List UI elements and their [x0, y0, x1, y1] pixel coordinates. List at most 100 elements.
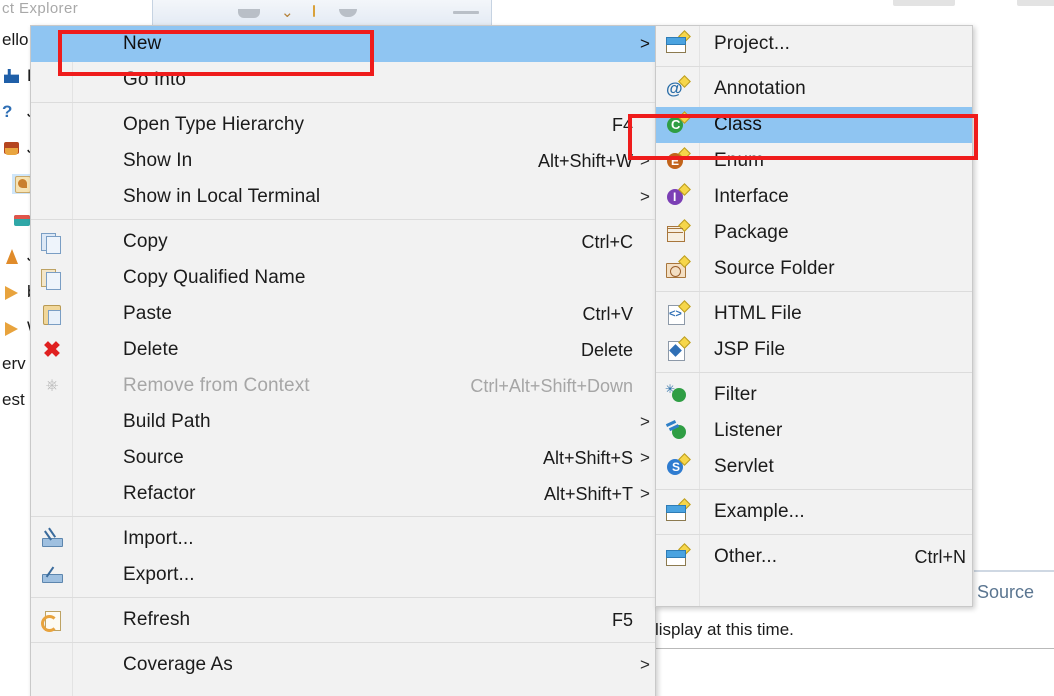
submenu-separator	[656, 489, 972, 490]
submenu-item-label: Listener	[714, 420, 783, 441]
menu-item-accel: F4	[611, 114, 633, 135]
menu-item-show-in-local-terminal[interactable]: Show in Local Terminal >	[31, 179, 655, 215]
package-icon	[666, 219, 691, 244]
submenu-item-label: Interface	[714, 186, 789, 207]
view-title: ct Explorer	[2, 0, 79, 17]
submenu-item-label: Project...	[714, 33, 790, 54]
menu-item-label: Delete	[123, 339, 179, 360]
package-icon	[2, 138, 22, 158]
refresh-icon	[41, 609, 63, 632]
class-icon	[666, 111, 691, 136]
menu-item-refresh[interactable]: Refresh F5 >	[31, 602, 655, 638]
menu-item-coverage-as[interactable]: Coverage As >	[31, 647, 655, 683]
menu-item-source[interactable]: Source Alt+Shift+S >	[31, 440, 655, 476]
submenu-arrow-icon: >	[639, 232, 655, 252]
menu-item-accel: Delete	[580, 339, 633, 360]
arrow-icon	[2, 318, 22, 338]
toolbar-warning-icon[interactable]: ⌄	[281, 3, 294, 21]
submenu-item-html-file[interactable]: HTML File	[656, 296, 972, 332]
menu-item-copy-qualified-name[interactable]: Copy Qualified Name >	[31, 260, 655, 296]
submenu-item-class[interactable]: Class	[656, 107, 972, 143]
menu-item-build-path[interactable]: Build Path >	[31, 404, 655, 440]
project-icon	[666, 30, 691, 55]
book-icon	[12, 210, 32, 230]
submenu-item-example[interactable]: Example...	[656, 494, 972, 530]
menu-item-copy[interactable]: Copy Ctrl+C >	[31, 224, 655, 260]
menu-item-accel: F5	[611, 609, 633, 630]
submenu-item-label: Other...	[714, 546, 778, 567]
menu-item-label: Remove from Context	[123, 375, 310, 396]
interface-icon	[666, 183, 691, 208]
submenu-arrow-icon: >	[640, 448, 650, 467]
menu-item-accel: Ctrl+C	[581, 231, 633, 252]
menu-item-refactor[interactable]: Refactor Alt+Shift+T >	[31, 476, 655, 512]
editor-toolbar[interactable]: ⌄	[152, 0, 492, 26]
listener-icon	[666, 420, 688, 442]
menu-separator	[31, 102, 655, 103]
submenu-separator	[656, 372, 972, 373]
toolbar-icon-1[interactable]	[238, 9, 260, 18]
menu-item-label: Copy	[123, 231, 168, 252]
menu-item-accel: Alt+Shift+S	[542, 447, 633, 468]
submenu-item-label: Annotation	[714, 78, 806, 99]
tree-item-label: ello	[2, 30, 29, 49]
submenu-item-enum[interactable]: Enum	[656, 143, 972, 179]
submenu-item-label: Source Folder	[714, 258, 835, 279]
arrow-icon	[2, 282, 22, 302]
submenu-item-annotation[interactable]: @ Annotation	[656, 71, 972, 107]
annotation-icon: @	[666, 75, 691, 100]
submenu-item-listener[interactable]: Listener	[656, 413, 972, 449]
menu-item-new[interactable]: New >	[31, 26, 655, 62]
menu-item-export[interactable]: Export... >	[31, 557, 655, 593]
example-icon	[666, 498, 691, 523]
toolbar-icon-5[interactable]	[453, 11, 479, 14]
submenu-arrow-icon: >	[640, 412, 650, 431]
submenu-item-jsp-file[interactable]: JSP File	[656, 332, 972, 368]
submenu-item-filter[interactable]: Filter	[656, 377, 972, 413]
submenu-item-package[interactable]: Package	[656, 215, 972, 251]
submenu-item-other[interactable]: Other... Ctrl+N	[656, 539, 972, 575]
menu-item-show-in[interactable]: Show In Alt+Shift+W >	[31, 143, 655, 179]
submenu-item-project[interactable]: Project...	[656, 26, 972, 62]
submenu-item-label: Class	[714, 114, 763, 135]
new-submenu[interactable]: Project... @ Annotation Class Enum Inter…	[655, 25, 973, 607]
submenu-arrow-icon: >	[639, 268, 655, 288]
tree-item-label: est	[2, 390, 25, 409]
toolbar-icon-4[interactable]	[339, 9, 357, 17]
window-control-right[interactable]	[1017, 0, 1054, 6]
menu-item-label: Refresh	[123, 609, 191, 630]
menu-separator	[31, 642, 655, 643]
context-menu[interactable]: New > Go Into > Open Type Hierarchy F4 >…	[30, 25, 656, 696]
submenu-separator	[656, 534, 972, 535]
submenu-arrow-icon: >	[639, 70, 655, 90]
submenu-arrow-icon: >	[640, 655, 650, 674]
menu-item-delete[interactable]: ✖ Delete Delete >	[31, 332, 655, 368]
submenu-item-label: HTML File	[714, 303, 802, 324]
menu-item-import[interactable]: Import... >	[31, 521, 655, 557]
submenu-arrow-icon: >	[639, 565, 655, 585]
menu-item-open-type-hierarchy[interactable]: Open Type Hierarchy F4 >	[31, 107, 655, 143]
menu-separator	[31, 516, 655, 517]
submenu-arrow-icon: >	[640, 151, 650, 170]
console-message: lisplay at this time.	[655, 620, 794, 639]
menu-item-label: Show In	[123, 150, 193, 171]
window-control-left[interactable]	[893, 0, 955, 6]
submenu-arrow-icon: >	[640, 34, 650, 53]
menu-item-paste[interactable]: Paste Ctrl+V >	[31, 296, 655, 332]
submenu-arrow-icon: >	[639, 610, 655, 630]
submenu-item-label: JSP File	[714, 339, 786, 360]
menu-item-label: Paste	[123, 303, 173, 324]
html-file-icon	[666, 300, 691, 325]
menu-item-go-into[interactable]: Go Into >	[31, 62, 655, 98]
toolbar-icon-3[interactable]	[313, 5, 315, 17]
tree-item-label: erv	[2, 354, 26, 373]
submenu-item-servlet[interactable]: Servlet	[656, 449, 972, 485]
copy-qualified-icon	[41, 267, 63, 290]
source-tab[interactable]: Source	[977, 582, 1034, 603]
paste-icon	[41, 303, 63, 325]
submenu-item-interface[interactable]: Interface	[656, 179, 972, 215]
menu-item-accel: Ctrl+V	[582, 303, 633, 324]
jar-icon	[2, 66, 22, 86]
menu-item-accel: Alt+Shift+T	[543, 483, 633, 504]
submenu-item-source-folder[interactable]: Source Folder	[656, 251, 972, 287]
